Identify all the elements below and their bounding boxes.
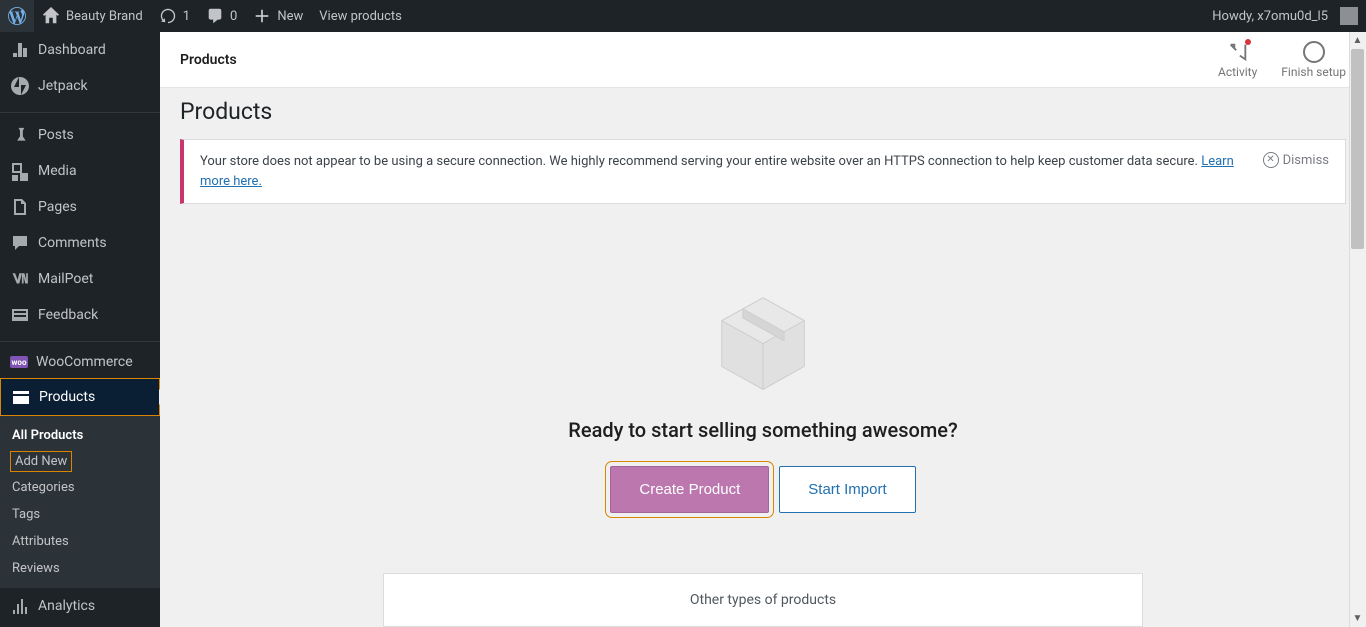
sidebar-label: Dashboard [38, 42, 106, 58]
box-illustration [708, 284, 818, 394]
dismiss-icon: ✕ [1263, 152, 1279, 168]
sidebar-label: WooCommerce [36, 354, 133, 370]
update-icon [159, 7, 177, 25]
start-import-button[interactable]: Start Import [779, 466, 915, 513]
scroll-up-arrow[interactable]: ▲ [1349, 32, 1366, 49]
submenu-tags[interactable]: Tags [0, 501, 160, 528]
menu-separator [0, 337, 160, 342]
notification-dot [1245, 39, 1251, 45]
finish-label: Finish setup [1281, 65, 1346, 79]
site-name-link[interactable]: Beauty Brand [34, 0, 151, 32]
finish-setup-icon [1303, 41, 1325, 63]
submenu-all-products[interactable]: All Products [0, 422, 160, 449]
create-product-button[interactable]: Create Product [610, 466, 769, 513]
sidebar-item-posts[interactable]: Posts [0, 117, 160, 153]
sidebar-label: Posts [38, 127, 74, 143]
empty-tagline: Ready to start selling something awesome… [200, 418, 1326, 442]
sidebar-label: MailPoet [38, 271, 93, 287]
sidebar-item-mailpoet[interactable]: MailPoet [0, 261, 160, 297]
https-notice: Your store does not appear to be using a… [180, 139, 1346, 204]
sidebar-item-products[interactable]: Products [0, 378, 160, 416]
sidebar-item-jetpack[interactable]: Jetpack [0, 68, 160, 104]
page-header-bar: Products Activity Finish setup [160, 32, 1366, 88]
home-icon [42, 7, 60, 25]
dismiss-button[interactable]: ✕ Dismiss [1263, 152, 1329, 168]
comment-bubble-icon [206, 7, 224, 25]
scrollbar-thumb[interactable] [1351, 49, 1364, 249]
sidebar-label: Pages [38, 199, 77, 215]
scrollbar[interactable]: ▲ ▼ [1349, 32, 1366, 627]
menu-separator [0, 108, 160, 113]
finish-setup-button[interactable]: Finish setup [1281, 41, 1346, 79]
activity-button[interactable]: Activity [1218, 41, 1257, 79]
sidebar-label: Feedback [38, 307, 98, 323]
new-label: New [277, 9, 303, 24]
sidebar-label: Products [39, 389, 95, 405]
submenu-categories[interactable]: Categories [0, 474, 160, 501]
sidebar-label: Comments [38, 235, 107, 251]
wp-logo[interactable] [0, 0, 34, 32]
howdy-text: Howdy, x7omu0d_l5 [1212, 9, 1328, 24]
sidebar-item-dashboard[interactable]: Dashboard [0, 32, 160, 68]
sidebar-label: Jetpack [38, 78, 88, 94]
page-icon [10, 197, 30, 217]
sidebar-item-comments[interactable]: Comments [0, 225, 160, 261]
admin-sidebar: Dashboard Jetpack Posts Media Pages Comm… [0, 32, 160, 627]
sidebar-item-feedback[interactable]: Feedback [0, 297, 160, 333]
media-icon [10, 161, 30, 181]
comments-icon [10, 233, 30, 253]
new-content-link[interactable]: New [245, 0, 311, 32]
site-name-label: Beauty Brand [66, 9, 143, 24]
submenu-reviews[interactable]: Reviews [0, 555, 160, 582]
sidebar-item-pages[interactable]: Pages [0, 189, 160, 225]
updates-link[interactable]: 1 [151, 0, 198, 32]
avatar [1340, 7, 1358, 25]
content-area: Products Activity Finish setup Products [160, 32, 1366, 627]
sidebar-label: Analytics [38, 598, 95, 614]
page-title: Products [180, 98, 1346, 125]
notice-text: Your store does not appear to be using a… [200, 152, 1250, 191]
submenu-attributes[interactable]: Attributes [0, 528, 160, 555]
analytics-icon [10, 596, 30, 616]
sidebar-item-analytics[interactable]: Analytics [0, 588, 160, 624]
plus-icon [253, 7, 271, 25]
scroll-down-arrow[interactable]: ▼ [1349, 610, 1366, 627]
dashboard-icon [10, 40, 30, 60]
mailpoet-icon [10, 269, 30, 289]
feedback-icon [10, 305, 30, 325]
sidebar-item-media[interactable]: Media [0, 153, 160, 189]
pin-icon [10, 125, 30, 145]
products-submenu: All Products Add New Categories Tags Att… [0, 416, 160, 588]
my-account-link[interactable]: Howdy, x7omu0d_l5 [1204, 0, 1366, 32]
comment-count: 0 [230, 9, 237, 24]
dismiss-label: Dismiss [1283, 153, 1329, 168]
activity-icon [1227, 41, 1249, 63]
admin-bar: Beauty Brand 1 0 New View products Howdy… [0, 0, 1366, 32]
view-label: View products [319, 9, 402, 24]
header-title: Products [180, 52, 237, 68]
wordpress-icon [8, 7, 26, 25]
activity-label: Activity [1218, 65, 1257, 79]
sidebar-item-woocommerce[interactable]: woo WooCommerce [0, 346, 160, 378]
comments-link[interactable]: 0 [198, 0, 245, 32]
sidebar-label: Media [38, 163, 77, 179]
products-icon [11, 387, 31, 407]
other-products-panel[interactable]: Other types of products [383, 573, 1143, 627]
submenu-add-new[interactable]: Add New [10, 451, 72, 472]
empty-state: Ready to start selling something awesome… [180, 224, 1346, 627]
jetpack-icon [10, 76, 30, 96]
woocommerce-icon: woo [10, 356, 28, 368]
view-products-link[interactable]: View products [311, 0, 410, 32]
updates-count: 1 [183, 9, 190, 24]
